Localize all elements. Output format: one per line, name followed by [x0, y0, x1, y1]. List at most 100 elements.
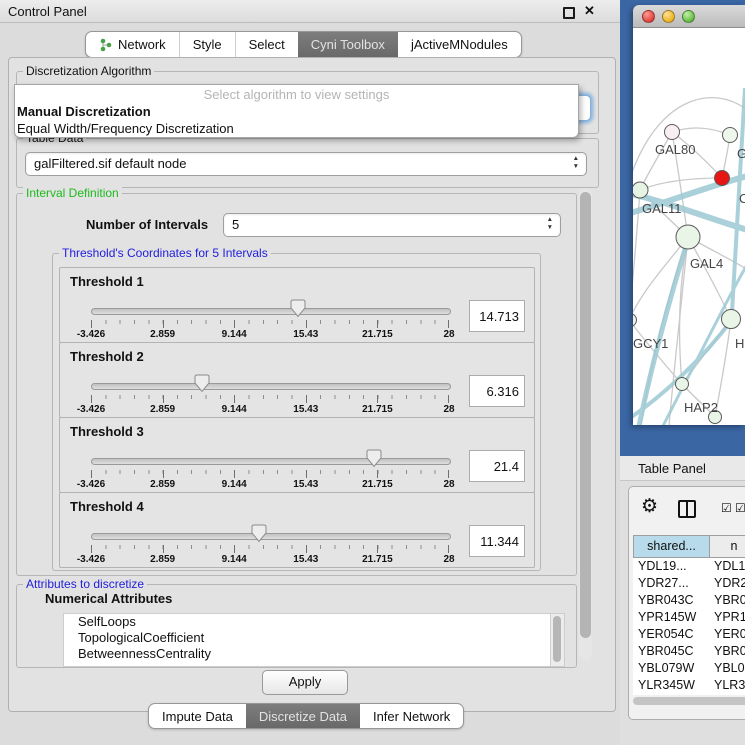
dropdown-prompt: Select algorithm to view settings: [15, 85, 578, 103]
numerical-attributes-label: Numerical Attributes: [45, 591, 172, 606]
bottom-tabbar: Impute Data Discretize Data Infer Networ…: [148, 703, 464, 729]
node-gal80[interactable]: [665, 125, 680, 140]
node-ga[interactable]: [723, 128, 738, 143]
threshold-slider[interactable]: -3.426 2.859 9.144 15.43 21.715 28: [91, 448, 449, 488]
numerical-attributes-list: SelfLoops TopologicalCoefficient Between…: [63, 613, 565, 667]
tab-discretize-data[interactable]: Discretize Data: [246, 704, 360, 728]
settings-scrollbar[interactable]: [579, 188, 592, 660]
node-gal4[interactable]: [676, 225, 700, 249]
slider-ticks: [91, 395, 449, 403]
number-of-intervals-combobox[interactable]: 5 ▲▼: [223, 213, 561, 237]
node-label: GAL11: [642, 201, 682, 216]
node-table: shared... n YDL19...YDL1 YDR27...YDR2 YB…: [633, 535, 745, 695]
network-canvas[interactable]: GAL80 GA C GAL11 GAL4 GCY1 H HAP2: [633, 28, 745, 425]
threshold-panel-3: Threshold 3 -3.426 2.859 9.144 15.43: [59, 417, 535, 493]
algorithm-dropdown-popup: Select algorithm to view settings Manual…: [14, 84, 579, 138]
column-header-shared-name[interactable]: shared...: [633, 535, 709, 558]
combo-arrows-icon: ▲▼: [547, 216, 553, 232]
network-window-titlebar[interactable]: [633, 5, 745, 28]
column-header-name[interactable]: n: [709, 535, 745, 558]
table-row: YPR145WYPR1: [633, 609, 745, 626]
horizontal-scrollbar[interactable]: [633, 697, 745, 705]
slider-track[interactable]: [91, 308, 451, 315]
attributes-group: Attributes to discretize Numerical Attri…: [16, 584, 577, 668]
tab-infer-network[interactable]: Infer Network: [360, 704, 463, 728]
slider-thumb[interactable]: [251, 524, 267, 543]
list-scrollbar[interactable]: [550, 614, 564, 666]
node-gal11[interactable]: [633, 182, 648, 198]
slider-ticks: [91, 545, 449, 553]
threshold-slider[interactable]: -3.426 2.859 9.144 15.43 21.715 28: [91, 298, 449, 338]
apply-button[interactable]: Apply: [262, 670, 348, 695]
threshold-value-field[interactable]: 21.4: [469, 450, 525, 482]
deselect-all-icon[interactable]: ☑: [735, 501, 745, 515]
table-row: YBL079WYBL0: [633, 660, 745, 677]
threshold-label: Threshold 2: [70, 349, 144, 364]
tab-jactivemnodules[interactable]: jActiveMNodules: [398, 32, 521, 57]
threshold-panel-1: Threshold 1 -3.426 2.859 9.144 15.43: [59, 267, 535, 343]
table-row: YBR043CYBR0: [633, 592, 745, 609]
tab-style[interactable]: Style: [179, 32, 235, 57]
tab-network[interactable]: Network: [86, 32, 179, 57]
tab-cyni-toolbox[interactable]: Cyni Toolbox: [298, 32, 398, 57]
table-row: YLR345WYLR3: [633, 677, 745, 694]
minimize-window-icon[interactable]: [662, 10, 675, 23]
dropdown-option-manual[interactable]: Manual Discretization: [15, 103, 578, 120]
list-item[interactable]: SelfLoops: [64, 614, 564, 630]
tab-select[interactable]: Select: [235, 32, 298, 57]
list-item[interactable]: BetweennessCentrality: [64, 646, 564, 662]
table-row: YIL052CYIL0: [633, 694, 745, 695]
table-panel-box: ⚙ ☑ ☑ shared... n YDL19...YDL1 YDR27...Y…: [628, 486, 745, 720]
slider-ticks: [91, 320, 449, 328]
node-label: GA: [737, 146, 745, 161]
node-hap2[interactable]: [676, 378, 689, 391]
zoom-window-icon[interactable]: [682, 10, 695, 23]
group-title: Threshold's Coordinates for 5 Intervals: [59, 246, 271, 260]
combo-arrows-icon: ▲▼: [573, 155, 579, 171]
table-row: YDR27...YDR2: [633, 575, 745, 592]
slider-thumb[interactable]: [366, 449, 382, 468]
slider-track[interactable]: [91, 458, 451, 465]
float-window-icon[interactable]: [563, 7, 575, 19]
threshold-panel-2: Threshold 2 -3.426 2.859 9.144 15.43: [59, 342, 535, 418]
slider-thumb[interactable]: [290, 299, 306, 318]
table-row: YDL19...YDL1: [633, 558, 745, 575]
threshold-panel-4: Threshold 4 -3.426 2.859 9.144 15.43: [59, 492, 535, 568]
threshold-label: Threshold 3: [70, 424, 144, 439]
tab-label: Network: [118, 37, 166, 52]
table-panel-title: Table Panel: [620, 456, 745, 481]
slider-thumb[interactable]: [194, 374, 210, 393]
slider-track[interactable]: [91, 533, 451, 540]
node-h[interactable]: [722, 310, 741, 329]
threshold-value-field[interactable]: 6.316: [469, 375, 525, 407]
threshold-slider[interactable]: -3.426 2.859 9.144 15.43 21.715 28: [91, 373, 449, 413]
node-label: GAL4: [690, 256, 723, 271]
node-label: HAP2: [684, 400, 718, 415]
network-window[interactable]: GAL80 GA C GAL11 GAL4 GCY1 H HAP2: [633, 5, 745, 425]
gear-icon[interactable]: ⚙: [641, 495, 658, 517]
threshold-slider[interactable]: -3.426 2.859 9.144 15.43 21.715 28: [91, 523, 449, 563]
table-data-combobox[interactable]: galFiltered.sif default node ▲▼: [25, 152, 587, 176]
threshold-label: Threshold 1: [70, 274, 144, 289]
select-all-icon[interactable]: ☑: [721, 501, 732, 515]
close-window-icon[interactable]: [642, 10, 655, 23]
cyni-toolbox-panel: Discretization Algorithm Select algorith…: [8, 57, 616, 712]
node-red-selected[interactable]: [715, 171, 730, 186]
list-item[interactable]: TopologicalCoefficient: [64, 630, 564, 646]
slider-track[interactable]: [91, 383, 451, 390]
node-gcy1[interactable]: [633, 314, 637, 327]
node-label: C: [739, 191, 745, 206]
table-data-group: Table Data galFiltered.sif default node …: [16, 138, 599, 188]
columns-icon[interactable]: [678, 500, 696, 518]
screen: Control Panel ✕ Network Style Select Cyn…: [0, 0, 745, 745]
table-panel: Table Panel ⚙ ☑ ☑ shared... n YDL19...YD…: [620, 456, 745, 745]
scrollbar-thumb[interactable]: [580, 192, 591, 638]
close-icon[interactable]: ✕: [584, 3, 595, 19]
threshold-value-field[interactable]: 14.713: [469, 300, 525, 332]
table-header-row: shared... n: [633, 535, 745, 558]
threshold-value-field[interactable]: 11.344: [469, 525, 525, 557]
node-label: GCY1: [633, 336, 668, 351]
dropdown-option-equal-width[interactable]: Equal Width/Frequency Discretization: [15, 120, 578, 137]
control-panel: Control Panel ✕ Network Style Select Cyn…: [0, 0, 620, 745]
tab-impute-data[interactable]: Impute Data: [149, 704, 246, 728]
